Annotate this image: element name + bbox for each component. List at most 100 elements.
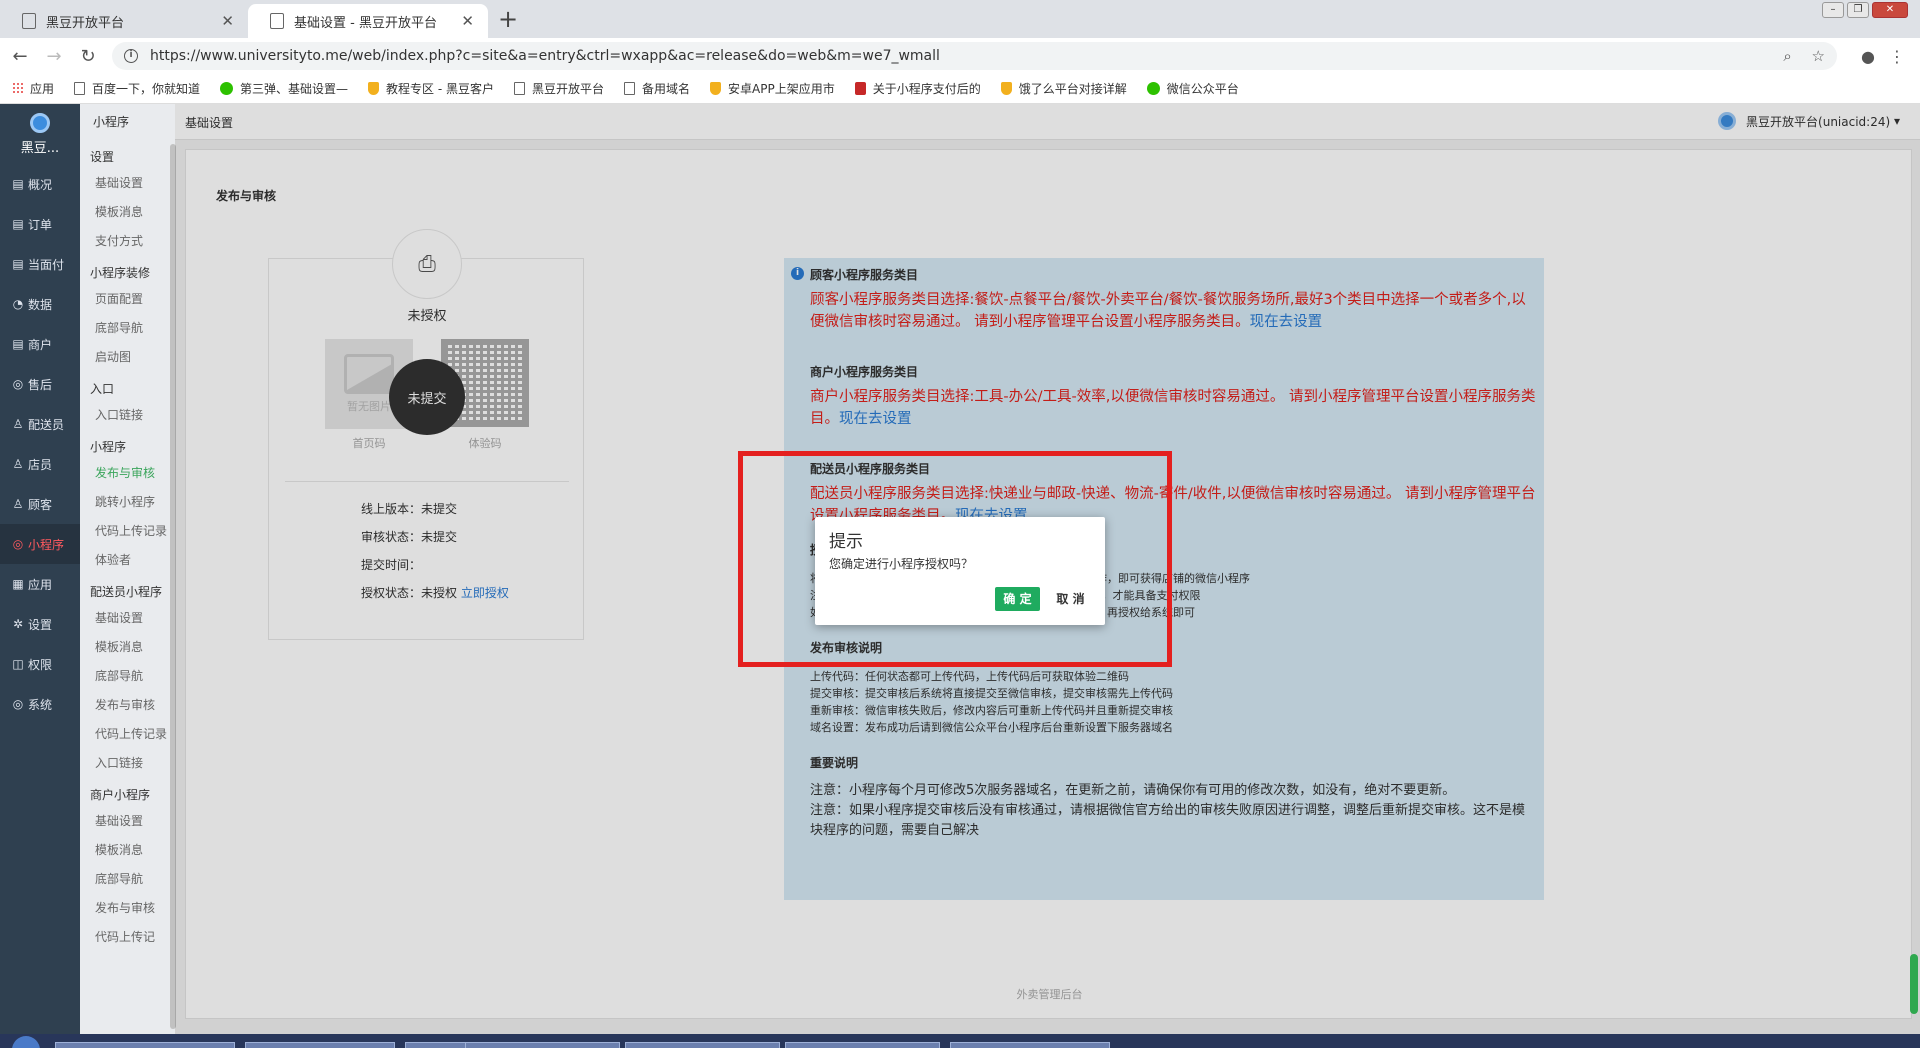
taskbar-app-button[interactable]	[465, 1042, 620, 1048]
forward-icon[interactable]: →	[40, 46, 68, 67]
taskbar-app-button[interactable]	[625, 1042, 780, 1048]
sub-nav-item[interactable]: 基础设置	[80, 604, 175, 633]
sub-nav-item[interactable]: 入口链接	[80, 749, 175, 778]
sidebar-item-label: 小程序	[28, 537, 65, 552]
overview-icon: ▤	[12, 177, 24, 191]
sub-nav-item[interactable]: 模板消息	[80, 198, 175, 227]
orders-icon: ▤	[12, 217, 24, 231]
sub-nav-item[interactable]: 底部导航	[80, 314, 175, 343]
start-icon[interactable]	[12, 1036, 40, 1048]
sidebar-item-label: 系统	[28, 697, 53, 712]
url-field[interactable]: i https://www.universityto.me/web/index.…	[112, 42, 1837, 70]
annotation-highlight-box	[738, 451, 1172, 667]
sidebar-item-apps[interactable]: ▦ 应用	[0, 564, 80, 604]
sub-nav-item[interactable]: 支付方式	[80, 227, 175, 256]
sidebar-item-label: 订单	[28, 217, 53, 232]
site-icon	[854, 82, 866, 95]
bookmark-label: 备用域名	[642, 82, 691, 96]
taskbar-app-button[interactable]	[245, 1042, 395, 1048]
sub-nav-item[interactable]: 底部导航	[80, 662, 175, 691]
site-icon	[710, 82, 722, 95]
sidebar-item-merchant[interactable]: ▤ 商户	[0, 324, 80, 364]
sub-sidebar-title: 小程序	[93, 115, 130, 129]
bookmark[interactable]: 微信公众平台	[1146, 80, 1239, 97]
sidebar-item-system[interactable]: ◎ 系统	[0, 684, 80, 724]
bookmark[interactable]: 安卓APP上架应用市	[710, 80, 835, 97]
sub-nav-item-active[interactable]: 发布与审核	[80, 459, 175, 488]
sidebar-item-customer[interactable]: ♙ 顾客	[0, 484, 80, 524]
merchant-icon: ▤	[12, 337, 24, 351]
sidebar-item-label: 售后	[28, 377, 53, 392]
apps-icon: ▦	[12, 577, 24, 591]
bookmark[interactable]: 教程专区 - 黑豆客户	[368, 80, 494, 97]
bookmark-label: 安卓APP上架应用市	[728, 82, 835, 96]
sub-nav-item[interactable]: 底部导航	[80, 865, 175, 894]
sidebar-item-deliverer[interactable]: ♙ 配送员	[0, 404, 80, 444]
bookmark[interactable]: 饿了么平台对接详解	[1000, 80, 1127, 97]
sub-nav-item[interactable]: 入口链接	[80, 401, 175, 430]
sub-nav-item[interactable]: 体验者	[80, 546, 175, 575]
sidebar-item-label: 顾客	[28, 497, 53, 512]
zoom-icon[interactable]: ⌕	[1783, 47, 1791, 65]
minimize-icon[interactable]: –	[1822, 2, 1844, 18]
close-tab-icon[interactable]: ✕	[461, 12, 474, 30]
back-icon[interactable]: ←	[6, 46, 34, 67]
bookmark[interactable]: 百度一下，你就知道	[74, 80, 200, 97]
sidebar-item-face-pay[interactable]: ▤ 当面付	[0, 244, 80, 284]
browser-tab-bar: 黑豆开放平台 ✕ 基础设置 - 黑豆开放平台 ✕ + – ❐ ✕	[0, 0, 1920, 38]
tab-title: 基础设置 - 黑豆开放平台	[294, 15, 437, 31]
browser-tab-active[interactable]: 基础设置 - 黑豆开放平台 ✕	[248, 4, 488, 38]
bookmark-apps[interactable]: 应用	[12, 80, 54, 97]
site-info-icon[interactable]: i	[124, 49, 138, 63]
sidebar-item-after-sales[interactable]: ◎ 售后	[0, 364, 80, 404]
page-icon	[624, 82, 636, 95]
close-window-icon[interactable]: ✕	[1872, 2, 1908, 18]
sub-nav-item[interactable]: 基础设置	[80, 807, 175, 836]
sub-nav-item[interactable]: 模板消息	[80, 836, 175, 865]
taskbar-app-button[interactable]	[55, 1042, 235, 1048]
sub-nav-item[interactable]: 发布与审核	[80, 691, 175, 720]
sub-nav-item[interactable]: 发布与审核	[80, 894, 175, 923]
address-bar: ← → ↻ i https://www.universityto.me/web/…	[0, 38, 1920, 74]
restore-icon[interactable]: ❐	[1847, 2, 1869, 18]
os-taskbar	[0, 1034, 1920, 1048]
close-tab-icon[interactable]: ✕	[221, 12, 234, 30]
profile-icon[interactable]: ●	[1861, 47, 1875, 66]
sidebar-item-permissions[interactable]: ◫ 权限	[0, 644, 80, 684]
apps-icon	[12, 82, 23, 95]
reload-icon[interactable]: ↻	[74, 46, 102, 67]
sidebar-item-mini-program[interactable]: ◎ 小程序	[0, 524, 80, 564]
taskbar-app-button[interactable]	[785, 1042, 940, 1048]
sidebar-item-label: 权限	[28, 657, 53, 672]
bookmarks-bar: 应用 百度一下，你就知道 第三弹、基础设置— 教程专区 - 黑豆客户 黑豆开放平…	[0, 74, 1920, 104]
page-scrollbar[interactable]	[1910, 954, 1918, 1014]
sub-nav-item[interactable]: 基础设置	[80, 169, 175, 198]
bookmark[interactable]: 第三弹、基础设置—	[220, 80, 348, 97]
sub-nav-item[interactable]: 页面配置	[80, 285, 175, 314]
sidebar-item-clerk[interactable]: ♙ 店员	[0, 444, 80, 484]
sub-nav-item[interactable]: 跳转小程序	[80, 488, 175, 517]
sidebar-item-orders[interactable]: ▤ 订单	[0, 204, 80, 244]
taskbar-app-button[interactable]	[950, 1042, 1110, 1048]
url-text[interactable]: https://www.universityto.me/web/index.ph…	[150, 48, 1767, 64]
bookmark[interactable]: 备用域名	[624, 80, 690, 97]
bookmark-star-icon[interactable]: ☆	[1812, 47, 1825, 65]
sidebar-item-settings[interactable]: ✲ 设置	[0, 604, 80, 644]
sidebar-item-data[interactable]: ◔ 数据	[0, 284, 80, 324]
logo-text: 黑豆...	[20, 140, 60, 156]
sub-nav-item[interactable]: 代码上传记	[80, 923, 175, 952]
menu-icon[interactable]: ⋮	[1889, 47, 1905, 66]
brand-logo[interactable]: 黑豆...	[0, 104, 80, 164]
sub-nav-item[interactable]: 启动图	[80, 343, 175, 372]
sub-nav-item[interactable]: 模板消息	[80, 633, 175, 662]
bookmark[interactable]: 关于小程序支付后的	[854, 80, 981, 97]
browser-tab[interactable]: 黑豆开放平台 ✕	[0, 4, 248, 38]
sidebar-item-overview[interactable]: ▤ 概况	[0, 164, 80, 204]
bookmark-label: 微信公众平台	[1166, 82, 1239, 96]
sub-nav-item[interactable]: 代码上传记录	[80, 720, 175, 749]
page-icon	[22, 13, 36, 29]
sub-nav-group: 小程序	[90, 440, 127, 454]
new-tab-icon[interactable]: +	[498, 5, 518, 33]
bookmark[interactable]: 黑豆开放平台	[514, 80, 604, 97]
sub-nav-item[interactable]: 代码上传记录	[80, 517, 175, 546]
